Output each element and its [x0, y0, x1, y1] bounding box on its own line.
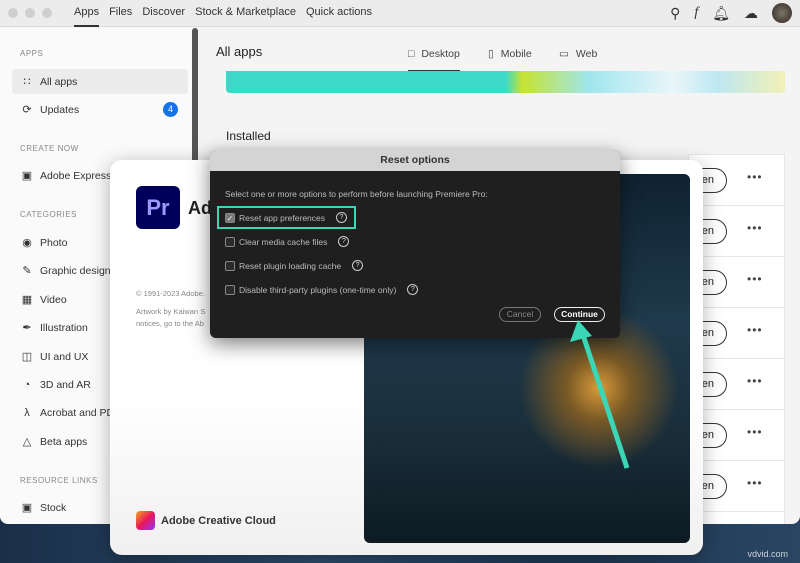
fonts-icon[interactable]: f	[694, 5, 698, 21]
dialog-message: Select one or more options to perform be…	[225, 189, 488, 199]
express-icon: ▣	[21, 170, 33, 182]
copyright-text: © 1991-2023 Adobe. Artwork by Kaiwan S not…	[136, 288, 205, 330]
devices-icon: ◫	[21, 351, 33, 363]
help-icon[interactable]: ?	[352, 260, 364, 271]
more-options-icon[interactable]: •••	[747, 374, 763, 388]
reset-options-dialog: Reset options Select one or more options…	[210, 150, 620, 338]
cloud-icon[interactable]: ☁	[744, 5, 758, 22]
annotation-arrow	[570, 320, 630, 469]
tab-web[interactable]: ▭ Web	[559, 42, 597, 66]
premiere-logo: Pr	[136, 186, 180, 229]
more-options-icon[interactable]: •••	[747, 323, 763, 337]
phone-icon: ▯	[488, 48, 494, 60]
avatar[interactable]	[772, 3, 792, 23]
more-options-icon[interactable]: •••	[747, 425, 763, 439]
app-row: pen•••	[689, 512, 786, 524]
artwork-credit: Artwork by Kaiwan S	[136, 307, 206, 316]
film-icon: ▦	[21, 294, 33, 306]
installed-heading: Installed	[226, 129, 271, 143]
creative-cloud-icon	[136, 511, 155, 530]
updates-badge: 4	[163, 102, 178, 117]
checkbox[interactable]: ✓	[225, 212, 235, 223]
page-title: All apps	[216, 44, 263, 59]
acrobat-icon: λ	[24, 406, 30, 419]
app-row: pen•••	[659, 359, 786, 410]
app-row: pen•••	[659, 155, 786, 206]
copyright: © 1991-2023 Adobe.	[136, 289, 205, 298]
more-options-icon[interactable]: •••	[747, 170, 763, 184]
section-create-now: CREATE NOW	[20, 144, 79, 153]
help-icon[interactable]: ?	[407, 284, 419, 295]
option-row[interactable]: Disable third-party plugins (one-time on…	[225, 284, 419, 295]
window-controls[interactable]	[8, 8, 52, 18]
pen-tool-icon: ✎	[22, 265, 32, 277]
cancel-button[interactable]: Cancel	[499, 307, 541, 322]
section-resource-links: RESOURCE LINKS	[20, 476, 98, 485]
refresh-icon: ⟳	[22, 104, 32, 116]
bell-icon[interactable]: 🔔︎	[712, 5, 730, 22]
option-row[interactable]: ✓ Reset app preferences?	[225, 212, 347, 223]
camera-icon: ◉	[22, 237, 32, 249]
browser-icon: ▭	[559, 48, 569, 60]
nav-quick-actions[interactable]: Quick actions	[306, 0, 372, 27]
checkbox[interactable]	[225, 284, 235, 295]
search-icon[interactable]: ⚲	[670, 5, 680, 22]
app-row: pen•••	[659, 257, 786, 308]
nav-files[interactable]: Files	[109, 0, 132, 27]
flask-icon: △	[22, 436, 32, 448]
option-label: Clear media cache files	[239, 236, 328, 247]
option-row[interactable]: Reset plugin loading cache?	[225, 260, 364, 271]
app-row: pen•••	[659, 206, 786, 257]
checkbox[interactable]	[225, 260, 235, 271]
app-row: pen•••	[659, 410, 786, 461]
promo-banner[interactable]	[226, 71, 785, 93]
3d-icon: ◔	[23, 378, 31, 391]
dialog-title: Reset options	[210, 150, 620, 171]
app-row: pen•••	[659, 461, 786, 512]
section-categories: CATEGORIES	[20, 210, 77, 219]
stock-icon: ▣	[21, 502, 33, 514]
checkbox[interactable]	[225, 236, 235, 247]
app-row: pen•••	[659, 308, 786, 359]
help-icon[interactable]: ?	[336, 212, 347, 223]
watermark: vdvid.com	[747, 549, 788, 559]
sidebar-item-all-apps[interactable]: ∷ All apps	[12, 69, 188, 94]
more-options-icon[interactable]: •••	[747, 272, 763, 286]
top-bar: Apps Files Discover Stock & Marketplace …	[0, 0, 800, 27]
nav-discover[interactable]: Discover	[142, 0, 185, 27]
option-row[interactable]: Clear media cache files?	[225, 236, 350, 247]
monitor-icon: □	[408, 48, 415, 60]
notices-text: notices, go to the Ab	[136, 319, 204, 328]
creative-cloud-brand: Adobe Creative Cloud	[136, 511, 276, 530]
more-options-icon[interactable]: •••	[747, 476, 763, 490]
brush-icon: ✒	[22, 322, 32, 334]
nav-stock-marketplace[interactable]: Stock & Marketplace	[195, 0, 296, 27]
more-options-icon[interactable]: •••	[747, 221, 763, 235]
nav-apps[interactable]: Apps	[74, 0, 100, 27]
option-label: Reset app preferences	[239, 212, 325, 223]
section-apps: APPS	[20, 49, 44, 58]
option-label: Reset plugin loading cache	[239, 260, 342, 271]
tab-mobile[interactable]: ▯ Mobile	[488, 42, 532, 66]
grid-icon: ∷	[23, 76, 31, 88]
option-label: Disable third-party plugins (one-time on…	[239, 284, 397, 295]
help-icon[interactable]: ?	[338, 236, 350, 247]
tab-desktop[interactable]: □ Desktop	[408, 42, 460, 72]
sidebar-item-updates[interactable]: ⟳ Updates 4	[12, 97, 188, 122]
